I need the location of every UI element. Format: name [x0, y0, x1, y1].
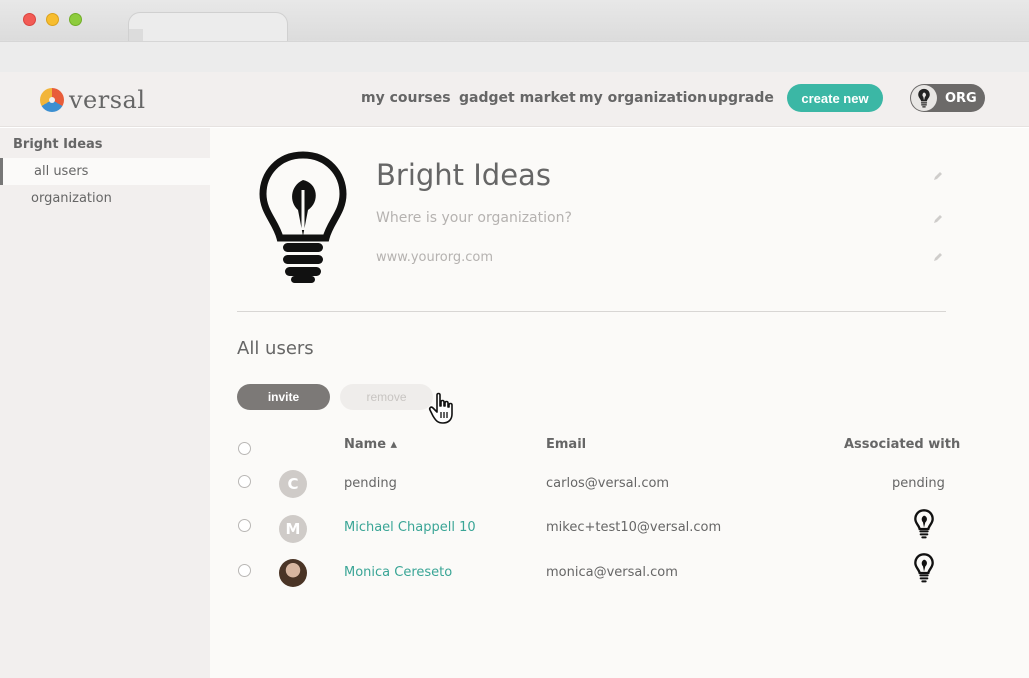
nav-gadget-market[interactable]: gadget market — [459, 90, 576, 106]
browser-toolbar — [0, 41, 1029, 72]
associated-status: pending — [892, 476, 945, 491]
browser-tab[interactable] — [128, 12, 288, 43]
create-new-button[interactable]: create new — [787, 84, 883, 112]
edit-location-pencil-icon[interactable] — [932, 213, 944, 225]
app-header: versal my courses gadget market my organ… — [0, 72, 1029, 127]
minimize-window-button[interactable] — [46, 13, 59, 26]
edit-url-pencil-icon[interactable] — [932, 251, 944, 263]
invite-button[interactable]: invite — [237, 384, 330, 410]
section-divider — [237, 311, 946, 312]
nav-my-organization[interactable]: my organization — [579, 90, 707, 106]
edit-name-pencil-icon[interactable] — [932, 170, 944, 182]
row-select-radio[interactable] — [238, 519, 251, 532]
sidebar: Bright Ideas all users organization — [0, 128, 210, 678]
user-email: carlos@versal.com — [546, 476, 670, 491]
hand-cursor-icon — [428, 392, 453, 424]
org-bulb-icon — [914, 553, 934, 583]
org-label: ORG — [945, 90, 977, 106]
sidebar-item-organization[interactable]: organization — [31, 191, 112, 206]
select-all-radio[interactable] — [238, 442, 251, 455]
nav-upgrade[interactable]: upgrade — [708, 90, 774, 106]
sidebar-item-all-users[interactable]: all users — [0, 158, 210, 185]
user-name-link[interactable]: Monica Cereseto — [344, 565, 452, 580]
org-bulb-icon — [911, 85, 937, 111]
close-window-button[interactable] — [23, 13, 36, 26]
avatar-photo — [279, 559, 307, 587]
org-location-field[interactable]: Where is your organization? — [376, 210, 572, 226]
avatar: M — [279, 515, 307, 543]
nav-my-courses[interactable]: my courses — [361, 90, 451, 106]
user-email: mikec+test10@versal.com — [546, 520, 722, 535]
row-select-radio[interactable] — [238, 475, 251, 488]
org-name[interactable]: Bright Ideas — [376, 158, 551, 192]
all-users-heading: All users — [237, 338, 314, 359]
maximize-window-button[interactable] — [69, 13, 82, 26]
remove-button[interactable]: remove — [340, 384, 433, 410]
sidebar-item-label: all users — [34, 164, 89, 179]
org-url-field[interactable]: www.yourorg.com — [376, 250, 493, 265]
main-content: Bright Ideas Where is your organization?… — [210, 128, 1029, 678]
user-name-link[interactable]: Michael Chappell 10 — [344, 520, 476, 535]
column-header-email: Email — [546, 437, 587, 452]
user-name: pending — [344, 476, 397, 491]
logo-text: versal — [69, 86, 146, 114]
versal-logo-icon — [40, 88, 64, 112]
row-select-radio[interactable] — [238, 564, 251, 577]
avatar: C — [279, 470, 307, 498]
versal-logo[interactable]: versal — [40, 86, 146, 114]
user-email: monica@versal.com — [546, 565, 678, 580]
browser-chrome — [0, 0, 1029, 72]
column-header-name[interactable]: Name ▴ — [344, 437, 397, 452]
column-header-associated: Associated with — [844, 437, 961, 452]
org-menu-button[interactable]: ORG — [910, 84, 985, 112]
org-bulb-icon — [914, 509, 934, 539]
sidebar-title: Bright Ideas — [13, 137, 103, 152]
lightbulb-logo-icon[interactable] — [258, 150, 348, 288]
